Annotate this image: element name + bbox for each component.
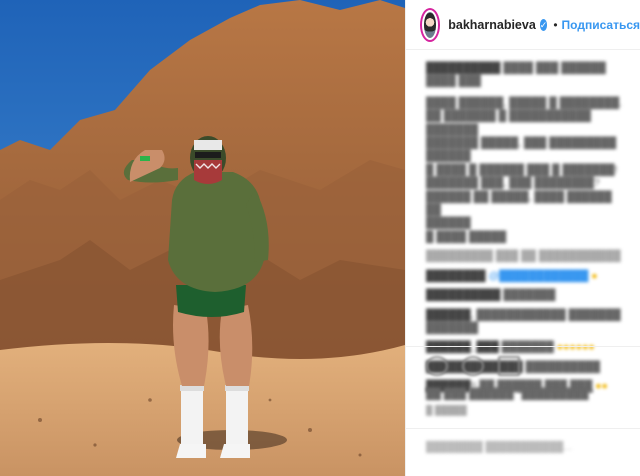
username-link[interactable]: bakharnabieva — [448, 18, 536, 32]
post-photo-image — [0, 0, 405, 476]
likes-count-blurred[interactable]: ██ ███ ██████ "█████████" — [426, 388, 594, 400]
add-comment-input-blurred[interactable]: ████████ ███████████... — [426, 442, 572, 453]
post-header: bakharnabieva ✓ • Подписаться — [406, 0, 640, 50]
avatar-image — [424, 11, 437, 38]
post-actions — [426, 356, 520, 376]
caption-and-comments-blurred: ██████████ ████ ███ ██████ ████ ███ ████… — [426, 62, 623, 393]
follow-button[interactable]: Подписаться — [562, 18, 640, 32]
add-comment-bar[interactable]: ████████ ███████████... — [406, 428, 640, 453]
instagram-post: bakharnabieva ✓ • Подписаться ██████████… — [0, 0, 640, 476]
share-icon[interactable] — [498, 356, 520, 376]
separator-dot: • — [553, 17, 558, 32]
post-photo[interactable] — [0, 0, 405, 476]
heart-icon[interactable] — [426, 356, 448, 376]
verified-badge-icon: ✓ — [539, 18, 548, 31]
comment-icon[interactable] — [462, 356, 484, 376]
avatar[interactable] — [420, 7, 441, 42]
post-actions-divider — [406, 346, 640, 347]
post-sidebar: bakharnabieva ✓ • Подписаться ██████████… — [405, 0, 640, 476]
post-timestamp-blurred: █ █████ — [426, 405, 467, 415]
